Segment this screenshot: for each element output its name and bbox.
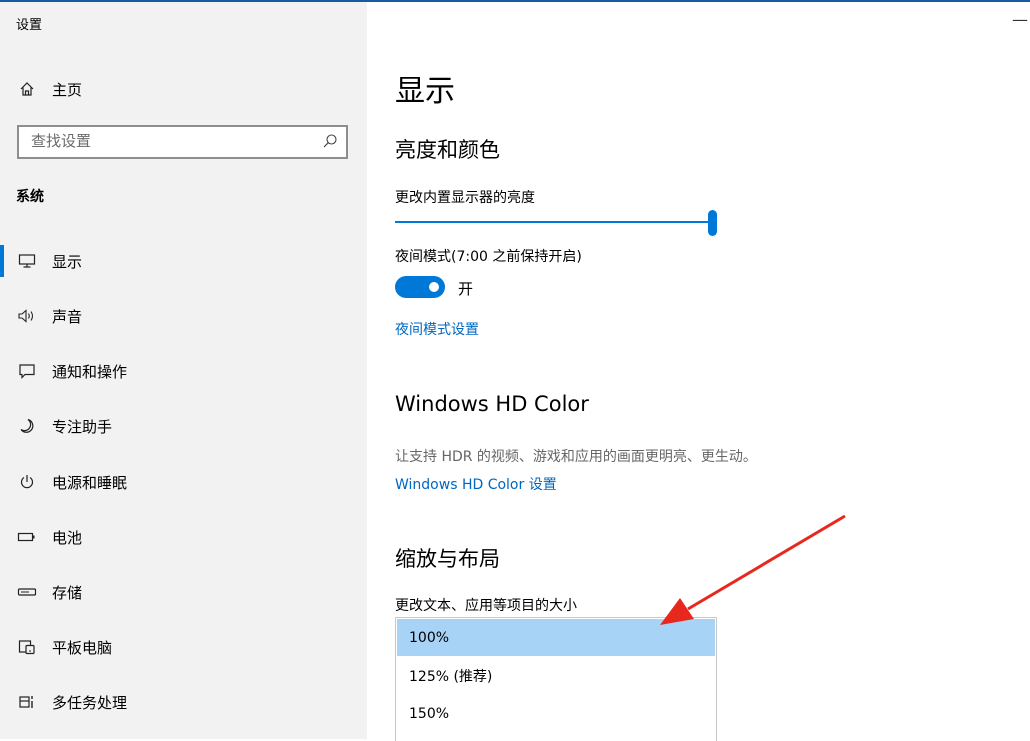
night-light-label: 夜间模式(7:00 之前保持开启) (395, 249, 582, 265)
brightness-heading: 亮度和颜色 (395, 138, 500, 162)
section-label: 系统 (16, 189, 44, 205)
toggle-knob (429, 282, 439, 292)
night-light-settings-link[interactable]: 夜间模式设置 (395, 319, 479, 339)
search-box[interactable] (17, 125, 348, 159)
sidebar-item-label: 主页 (52, 80, 83, 99)
minimize-button[interactable]: — (1010, 10, 1030, 30)
hd-color-settings-link[interactable]: Windows HD Color 设置 (395, 474, 557, 494)
scale-label: 更改文本、应用等项目的大小 (395, 598, 577, 614)
scale-dropdown-list[interactable]: 100% 125% (推荐) 150% (395, 617, 717, 741)
battery-icon (0, 531, 52, 543)
storage-icon (0, 586, 52, 598)
scale-option-150[interactable]: 150% (397, 695, 715, 732)
sidebar-item-display[interactable]: 显示 (0, 241, 367, 281)
monitor-icon (0, 253, 52, 269)
sidebar-item-power-sleep[interactable]: 电源和睡眠 (0, 462, 367, 502)
sidebar-item-sound[interactable]: 声音 (0, 296, 367, 336)
sidebar-item-label: 电源和睡眠 (52, 473, 128, 492)
night-light-toggle[interactable] (395, 276, 445, 298)
scale-option-100[interactable]: 100% (397, 619, 715, 656)
sidebar-item-label: 多任务处理 (52, 693, 128, 712)
sidebar-item-tablet[interactable]: 平板电脑 (0, 627, 367, 667)
sidebar-item-label: 专注助手 (52, 417, 113, 436)
slider-track (395, 221, 713, 223)
sidebar: 设置 主页 系统 显示 声音 通知和操作 专注助手 (0, 2, 367, 739)
sidebar-item-label: 平板电脑 (52, 638, 113, 657)
sidebar-item-notifications[interactable]: 通知和操作 (0, 351, 367, 391)
power-icon (0, 474, 52, 490)
sidebar-item-label: 显示 (52, 252, 83, 271)
toggle-state-label: 开 (458, 280, 474, 298)
sidebar-item-label: 存储 (52, 583, 83, 602)
sidebar-item-label: 声音 (52, 307, 83, 326)
sidebar-item-label: 通知和操作 (52, 362, 128, 381)
page-title: 显示 (395, 74, 455, 109)
home-icon (0, 81, 52, 97)
slider-thumb[interactable] (708, 210, 717, 236)
app-title: 设置 (16, 18, 43, 33)
scale-layout-heading: 缩放与布局 (395, 547, 500, 571)
tablet-icon (0, 639, 52, 655)
speaker-icon (0, 308, 52, 324)
multitask-icon (0, 694, 52, 710)
main-content: — 显示 亮度和颜色 更改内置显示器的亮度 夜间模式(7:00 之前保持开启) … (367, 2, 1030, 741)
brightness-label: 更改内置显示器的亮度 (395, 190, 535, 206)
scale-option-125[interactable]: 125% (推荐) (397, 657, 715, 694)
search-icon[interactable] (322, 133, 338, 153)
search-input[interactable] (19, 127, 311, 155)
sidebar-item-multitasking[interactable]: 多任务处理 (0, 682, 367, 722)
sidebar-item-label: 电池 (52, 528, 83, 547)
brightness-slider[interactable] (395, 209, 717, 237)
hd-color-heading: Windows HD Color (395, 392, 589, 416)
notification-icon (0, 363, 52, 379)
sidebar-item-home[interactable]: 主页 (0, 72, 367, 106)
hd-color-description: 让支持 HDR 的视频、游戏和应用的画面更明亮、更生动。 (395, 449, 757, 465)
sidebar-item-storage[interactable]: 存储 (0, 572, 367, 612)
sidebar-item-battery[interactable]: 电池 (0, 517, 367, 557)
sidebar-item-focus-assist[interactable]: 专注助手 (0, 406, 367, 446)
moon-icon (0, 418, 52, 434)
